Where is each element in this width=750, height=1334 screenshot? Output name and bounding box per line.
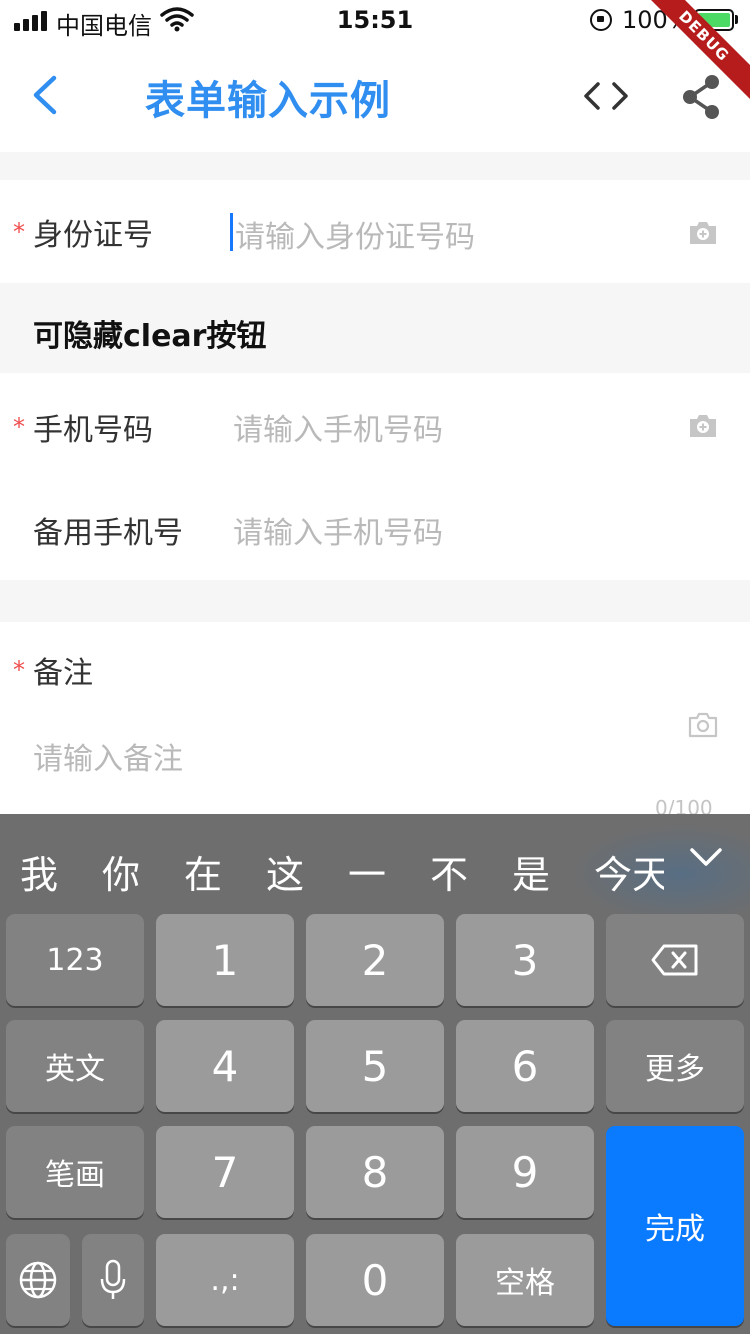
microphone-icon: [100, 1259, 126, 1299]
candidate-word[interactable]: 今天: [594, 844, 664, 899]
section-divider: [0, 580, 750, 622]
status-bar: 中国电信 15:51 100%: [0, 0, 750, 40]
share-icon[interactable]: [678, 72, 724, 122]
keyboard: 我 你 在 这 一 不 是 今天 123 1 2 3 英文 4 5 6 更多 笔…: [0, 814, 750, 1334]
id-number-input[interactable]: 请输入身份证号码: [235, 212, 475, 256]
camera-icon[interactable]: [688, 220, 718, 246]
key-1[interactable]: 1: [156, 914, 294, 1006]
globe-icon: [19, 1261, 57, 1299]
camera-icon[interactable]: [688, 712, 718, 738]
key-stroke[interactable]: 笔画: [6, 1126, 144, 1218]
battery-icon: [694, 9, 734, 31]
candidate-word[interactable]: 是: [512, 844, 550, 899]
text-cursor: [230, 213, 233, 251]
page-title: 表单输入示例: [145, 78, 391, 124]
done-key[interactable]: 完成: [606, 1126, 744, 1326]
candidate-word[interactable]: 这: [266, 844, 304, 899]
code-brackets-icon[interactable]: [580, 76, 632, 116]
key-more[interactable]: 更多: [606, 1020, 744, 1112]
candidate-bar: 我 你 在 这 一 不 是 今天: [0, 814, 750, 910]
section-header: 可隐藏clear按钮: [0, 283, 750, 373]
backspace-icon: [651, 944, 698, 976]
nav-bar: 表单输入示例: [0, 40, 750, 152]
section-divider: [0, 152, 750, 180]
phone-input[interactable]: 请输入手机号码: [233, 405, 443, 449]
id-number-row: * 身份证号 请输入身份证号码: [0, 180, 750, 283]
id-number-label: 身份证号: [33, 218, 153, 253]
backup-phone-row: 备用手机号 请输入手机号码: [0, 476, 750, 580]
candidate-word[interactable]: 不: [430, 844, 468, 899]
candidate-word[interactable]: 一: [348, 844, 386, 899]
section-title: 可隐藏clear按钮: [33, 319, 267, 354]
key-6[interactable]: 6: [456, 1020, 594, 1112]
key-2[interactable]: 2: [306, 914, 444, 1006]
candidate-word[interactable]: 你: [102, 844, 140, 899]
key-3[interactable]: 3: [456, 914, 594, 1006]
globe-key[interactable]: [6, 1234, 70, 1326]
battery-cap: [735, 15, 738, 24]
key-0[interactable]: 0: [306, 1234, 444, 1326]
backspace-key[interactable]: [606, 914, 744, 1006]
space-key[interactable]: 空格: [456, 1234, 594, 1326]
chevron-left-icon[interactable]: [20, 70, 70, 120]
required-mark: *: [13, 413, 25, 441]
key-123[interactable]: 123: [6, 914, 144, 1006]
key-5[interactable]: 5: [306, 1020, 444, 1112]
candidate-word[interactable]: 在: [184, 844, 222, 899]
backup-phone-label: 备用手机号: [33, 516, 183, 551]
mic-key[interactable]: [82, 1234, 144, 1326]
candidate-word[interactable]: 我: [20, 844, 58, 899]
key-english[interactable]: 英文: [6, 1020, 144, 1112]
notes-row: * 备注 请输入备注: [0, 622, 750, 814]
required-mark: *: [13, 218, 25, 246]
chevron-down-icon[interactable]: [688, 844, 724, 870]
orientation-lock-icon: [590, 9, 612, 31]
battery-percent: 100%: [622, 6, 691, 34]
notes-textarea[interactable]: 请输入备注: [33, 734, 183, 778]
key-punctuation[interactable]: .,:: [156, 1234, 294, 1326]
notes-label: 备注: [33, 656, 93, 691]
key-9[interactable]: 9: [456, 1126, 594, 1218]
key-4[interactable]: 4: [156, 1020, 294, 1112]
key-8[interactable]: 8: [306, 1126, 444, 1218]
key-7[interactable]: 7: [156, 1126, 294, 1218]
camera-icon[interactable]: [688, 413, 718, 439]
phone-row: * 手机号码 请输入手机号码: [0, 373, 750, 476]
backup-phone-input[interactable]: 请输入手机号码: [233, 508, 443, 552]
phone-label: 手机号码: [33, 413, 153, 448]
required-mark: *: [13, 656, 25, 684]
